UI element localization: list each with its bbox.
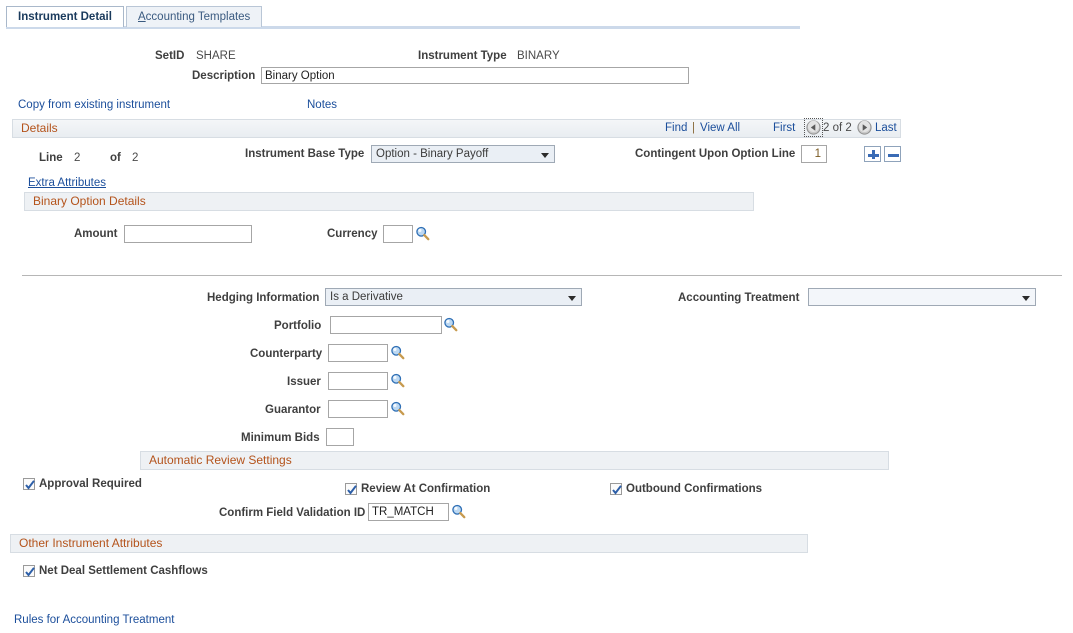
issuer-input[interactable]	[328, 372, 388, 390]
hedging-information-select[interactable]: Is a Derivative	[325, 288, 582, 306]
other-instrument-attributes-band: Other Instrument Attributes	[10, 534, 808, 553]
approval-required-checkbox[interactable]	[23, 478, 35, 490]
details-section-band: Details	[12, 119, 901, 138]
prev-arrow-icon[interactable]	[806, 120, 821, 135]
chevron-down-icon	[541, 153, 549, 158]
portfolio-input[interactable]	[330, 316, 442, 334]
binary-option-details-band: Binary Option Details	[24, 192, 754, 211]
tab-instrument-detail[interactable]: Instrument Detail	[6, 6, 124, 27]
chevron-down-icon	[1022, 296, 1030, 301]
net-deal-settlement-cashflows-checkbox[interactable]	[23, 565, 35, 577]
accounting-treatment-select[interactable]	[808, 288, 1036, 306]
binary-option-details-title: Binary Option Details	[33, 194, 146, 208]
counterparty-input[interactable]	[328, 344, 388, 362]
last-link[interactable]: Last	[875, 122, 897, 134]
counterparty-lookup-magnifier-icon[interactable]	[390, 345, 405, 360]
first-link[interactable]: First	[773, 122, 795, 134]
confirm-field-validation-id-input[interactable]	[368, 503, 449, 521]
confirm-field-validation-id-label: Confirm Field Validation ID	[219, 507, 365, 519]
amount-label: Amount	[74, 228, 117, 240]
tab-accounting-templates[interactable]: Accounting Templates	[126, 6, 262, 27]
approval-required-label[interactable]: Approval Required	[39, 478, 142, 490]
line-of-label: of	[110, 152, 121, 164]
amount-input[interactable]	[124, 225, 252, 243]
contingent-option-line-input[interactable]	[801, 145, 827, 163]
copy-from-existing-instrument-link[interactable]: Copy from existing instrument	[18, 99, 170, 111]
description-input[interactable]	[261, 67, 689, 84]
instrument-type-value: BINARY	[517, 50, 560, 62]
currency-lookup-magnifier-icon[interactable]	[415, 226, 430, 241]
currency-input[interactable]	[383, 225, 413, 243]
counterparty-label: Counterparty	[250, 348, 322, 360]
line-value: 2	[74, 152, 80, 164]
find-viewall-separator: |	[692, 122, 695, 134]
portfolio-lookup-magnifier-icon[interactable]	[443, 317, 458, 332]
issuer-label: Issuer	[287, 376, 321, 388]
outbound-confirmations-label[interactable]: Outbound Confirmations	[626, 483, 762, 495]
portfolio-label: Portfolio	[274, 320, 321, 332]
guarantor-label: Guarantor	[265, 404, 321, 416]
instrument-base-type-select[interactable]: Option - Binary Payoff	[371, 145, 555, 163]
instrument-type-label: Instrument Type	[418, 50, 507, 62]
details-band-title: Details	[21, 121, 58, 135]
remove-row-icon[interactable]	[884, 146, 901, 162]
rules-for-accounting-treatment-link[interactable]: Rules for Accounting Treatment	[14, 614, 174, 626]
line-total-value: 2	[132, 152, 138, 164]
guarantor-input[interactable]	[328, 400, 388, 418]
other-instrument-attributes-title: Other Instrument Attributes	[19, 536, 162, 550]
automatic-review-settings-band: Automatic Review Settings	[140, 451, 889, 470]
tab-instrument-detail-label: Instrument Detail	[18, 11, 112, 23]
automatic-review-settings-title: Automatic Review Settings	[149, 453, 292, 467]
line-label: Line	[39, 152, 63, 164]
issuer-lookup-magnifier-icon[interactable]	[390, 373, 405, 388]
instrument-base-type-value: Option - Binary Payoff	[376, 148, 488, 160]
hedging-information-label: Hedging Information	[207, 292, 319, 304]
review-at-confirmation-label[interactable]: Review At Confirmation	[361, 483, 490, 495]
page-counter: 2 of 2	[823, 122, 852, 134]
tab-accounting-templates-label: Accounting Templates	[138, 11, 250, 23]
currency-label: Currency	[327, 228, 378, 240]
next-arrow-icon[interactable]	[857, 120, 872, 135]
chevron-down-icon	[568, 296, 576, 301]
net-deal-settlement-cashflows-label[interactable]: Net Deal Settlement Cashflows	[39, 565, 208, 577]
hedging-information-value: Is a Derivative	[330, 291, 403, 303]
view-all-link[interactable]: View All	[700, 122, 740, 134]
confirm-field-validation-lookup-magnifier-icon[interactable]	[451, 504, 466, 519]
instrument-base-type-label: Instrument Base Type	[245, 148, 364, 160]
review-at-confirmation-checkbox[interactable]	[345, 483, 357, 495]
add-row-icon[interactable]	[864, 146, 881, 162]
notes-link[interactable]: Notes	[307, 99, 337, 111]
section-divider	[22, 275, 1062, 276]
extra-attributes-link[interactable]: Extra Attributes	[28, 177, 106, 189]
description-label: Description	[192, 70, 255, 82]
guarantor-lookup-magnifier-icon[interactable]	[390, 401, 405, 416]
outbound-confirmations-checkbox[interactable]	[610, 483, 622, 495]
setid-label: SetID	[155, 50, 184, 62]
minimum-bids-input[interactable]	[326, 428, 354, 446]
find-link[interactable]: Find	[665, 122, 687, 134]
contingent-option-line-label: Contingent Upon Option Line	[635, 148, 795, 160]
minimum-bids-label: Minimum Bids	[241, 432, 320, 444]
setid-value: SHARE	[196, 50, 236, 62]
accounting-treatment-label: Accounting Treatment	[678, 292, 799, 304]
